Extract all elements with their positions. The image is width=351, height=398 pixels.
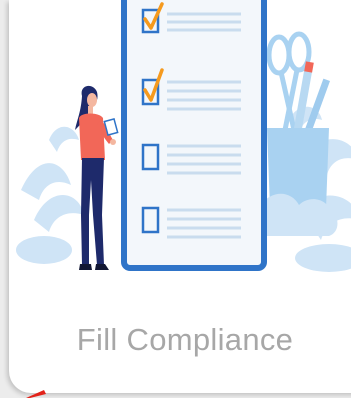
checklist-illustration-icon — [16, 0, 351, 272]
card-title: Fill Compliance — [76, 322, 294, 357]
person-icon — [75, 85, 119, 270]
corner-accent-icon — [26, 390, 46, 398]
compliance-card[interactable]: Fill Compliance — [9, 0, 351, 393]
foliage-left — [16, 126, 84, 264]
pencil-cup-icon — [261, 31, 338, 236]
